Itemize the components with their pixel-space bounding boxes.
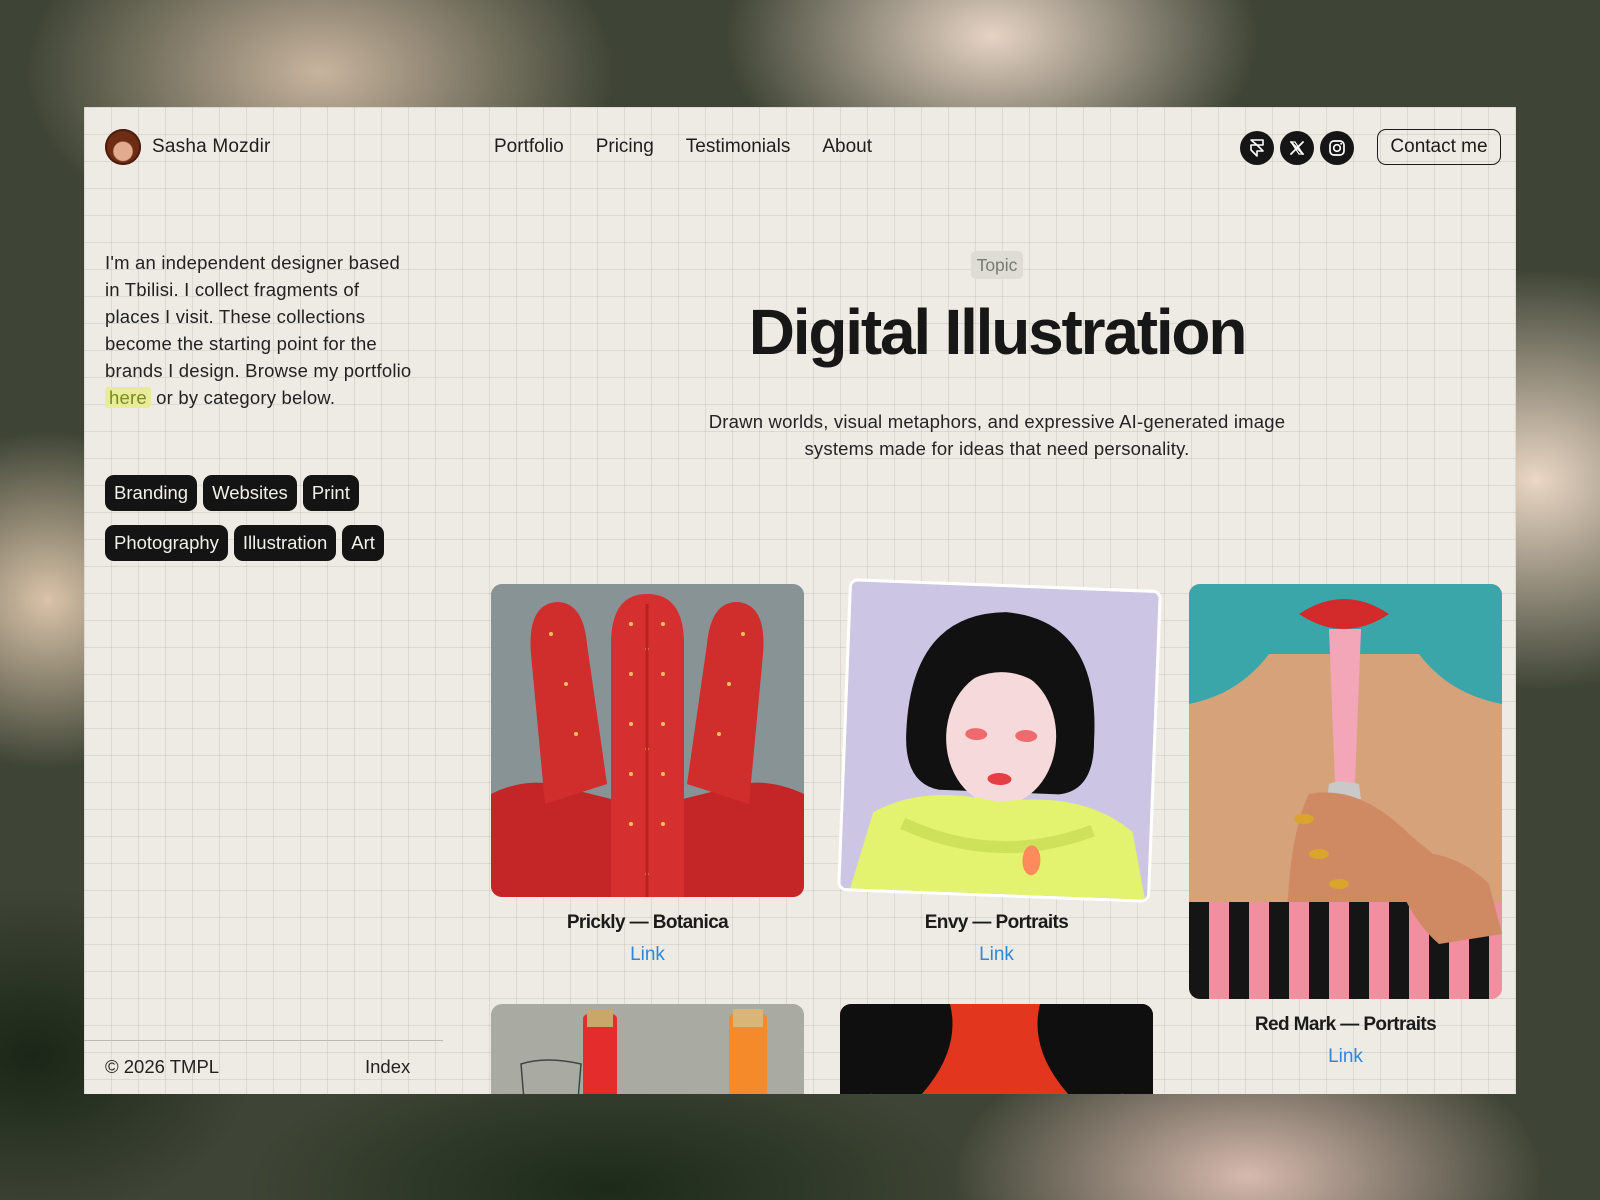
page-description: Drawn worlds, visual metaphors, and expr…: [708, 411, 1286, 459]
nav-portfolio[interactable]: Portfolio: [494, 136, 564, 158]
work-image-envy[interactable]: [837, 578, 1162, 903]
sidebar-divider: [84, 1040, 443, 1041]
work-link-red-mark[interactable]: Link: [1189, 1046, 1502, 1068]
brand-name: Sasha Mozdir: [152, 136, 271, 157]
work-card-twins[interactable]: [840, 1004, 1153, 1094]
portfolio-here-link[interactable]: here: [105, 387, 151, 408]
work-image-twins[interactable]: [840, 1004, 1153, 1094]
index-link[interactable]: Index: [365, 1056, 410, 1078]
page-title: Digital Illustration: [748, 296, 1248, 368]
work-link-envy[interactable]: Link: [840, 944, 1153, 966]
site-window: Sasha Mozdir Portfolio Pricing Testimoni…: [84, 107, 1516, 1094]
work-card-red-mark[interactable]: Red Mark — Portraits Link: [1189, 584, 1502, 1068]
nav-pricing[interactable]: Pricing: [596, 136, 654, 158]
social-links: [1240, 131, 1354, 165]
work-image-bottles[interactable]: [491, 1004, 804, 1094]
work-card-prickly[interactable]: Prickly — Botanica Link: [491, 584, 804, 966]
copyright: © 2026 TMPL: [105, 1056, 220, 1077]
work-card-bottles[interactable]: [491, 1004, 804, 1094]
work-link-prickly[interactable]: Link: [491, 944, 804, 966]
intro-text-start: I'm an independent designer based in Tbi…: [105, 252, 412, 381]
tag-art[interactable]: Art: [342, 525, 384, 561]
instagram-icon[interactable]: [1320, 131, 1354, 165]
tag-photography[interactable]: Photography: [105, 525, 228, 561]
main-nav: Portfolio Pricing Testimonials About: [494, 136, 872, 158]
intro-text: I'm an independent designer based in Tbi…: [105, 249, 415, 411]
work-image-prickly[interactable]: [491, 584, 804, 897]
framer-icon[interactable]: [1240, 131, 1274, 165]
work-card-envy[interactable]: Envy — Portraits Link: [837, 578, 1162, 966]
category-tags: Branding Websites Print Photography Illu…: [105, 475, 425, 561]
work-image-red-mark[interactable]: [1189, 584, 1502, 999]
work-caption-envy: Envy — Portraits: [924, 912, 1069, 933]
work-caption-prickly: Prickly — Botanica: [566, 912, 729, 933]
tag-branding[interactable]: Branding: [105, 475, 198, 511]
tag-illustration[interactable]: Illustration: [233, 525, 337, 561]
tag-print[interactable]: Print: [302, 475, 359, 511]
intro-text-end: or by category below.: [150, 387, 336, 408]
work-caption-red-mark: Red Mark — Portraits: [1254, 1014, 1437, 1035]
avatar: [105, 129, 141, 165]
topic-badge: Topic: [971, 251, 1023, 279]
tag-websites[interactable]: Websites: [203, 475, 297, 511]
nav-about[interactable]: About: [822, 136, 872, 158]
x-icon[interactable]: [1280, 131, 1314, 165]
nav-testimonials[interactable]: Testimonials: [686, 136, 791, 158]
contact-button[interactable]: Contact me: [1377, 129, 1501, 165]
brand[interactable]: Sasha Mozdir: [105, 129, 271, 165]
